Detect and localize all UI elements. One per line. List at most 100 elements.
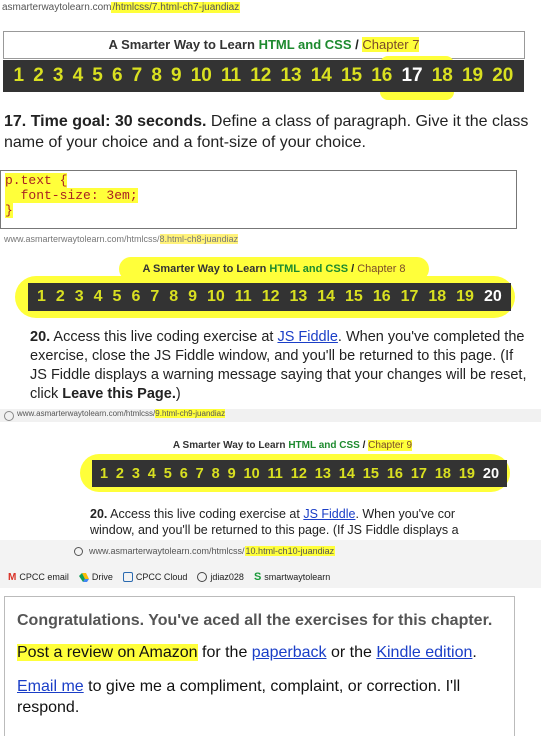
chapter-link-5[interactable]: 5: [92, 65, 103, 87]
exercise-text: window, and you'll be returned to this p…: [90, 523, 459, 537]
bookmark-label: Drive: [91, 572, 113, 582]
code-editor[interactable]: p.text { font-size: 3em; }: [0, 170, 517, 229]
site-header-ch9: A Smarter Way to Learn HTML and CSS / Ch…: [170, 437, 415, 455]
chapter-nav-ch8: 1 2 3 4 5 6 7 8 9 10 11 12 13 14 15 16 17 18 19 20: [28, 283, 511, 311]
bookmark-smartwaytolearn[interactable]: S smartwaytolearn: [254, 571, 330, 583]
chapter-link-16[interactable]: 16: [371, 65, 392, 87]
chapter-link-20[interactable]: 20: [492, 65, 513, 87]
bookmark-cpcc-email[interactable]: M CPCC email: [8, 572, 69, 583]
chapter-link-10[interactable]: 10: [244, 466, 260, 482]
chapter-link-11[interactable]: 11: [221, 65, 241, 87]
chapter-link-1[interactable]: 1: [14, 65, 25, 87]
bookmark-jdiaz028[interactable]: jdiaz028: [197, 572, 244, 582]
chapter-link-6[interactable]: 6: [112, 65, 123, 87]
url-domain: asmarterwaytolearn.com: [2, 2, 112, 13]
chapter-link-13[interactable]: 13: [315, 466, 331, 482]
chapter-link-14[interactable]: 14: [311, 65, 332, 87]
exercise-text: . When you've cor: [355, 507, 456, 521]
bookmark-label: smartwaytolearn: [264, 572, 331, 582]
url-path: 9.html-ch9-juandiaz: [155, 409, 226, 418]
chapter-link-6[interactable]: 6: [131, 288, 140, 306]
chapter-link-11[interactable]: 11: [235, 288, 252, 306]
bookmarks-bar: M CPCC email Drive CPCC Cloud jdiaz028 S…: [8, 570, 330, 584]
chapter-link-11[interactable]: 11: [268, 466, 283, 482]
url-domain: www.asmarterwaytolearn.com/htmlcss/: [89, 546, 245, 556]
chapter-link-13[interactable]: 13: [280, 65, 301, 87]
chapter-link-13[interactable]: 13: [289, 288, 307, 306]
chapter-link-3[interactable]: 3: [53, 65, 64, 87]
chapter-link-10[interactable]: 10: [207, 288, 225, 306]
chapter-link-18[interactable]: 18: [435, 466, 451, 482]
bookmark-cpcc-cloud[interactable]: CPCC Cloud: [122, 572, 187, 582]
url-path: 8.html-ch8-juandiaz: [159, 234, 239, 244]
chapter-link-10[interactable]: 10: [191, 65, 212, 87]
chapter-link-19[interactable]: 19: [456, 288, 474, 306]
chapter-link-18[interactable]: 18: [428, 288, 446, 306]
chapter-link-19[interactable]: 19: [459, 466, 475, 482]
jsfiddle-link[interactable]: JS Fiddle: [277, 329, 337, 345]
chapter-link-14[interactable]: 14: [339, 466, 355, 482]
url-bar-ch10[interactable]: www.asmarterwaytolearn.com/htmlcss/10.ht…: [74, 546, 336, 557]
chapter-link-9[interactable]: 9: [188, 288, 197, 306]
chapter-link-2[interactable]: 2: [116, 466, 124, 482]
chapter-nav-ch9: 1 2 3 4 5 6 7 8 9 10 11 12 13 14 15 16 17 18 19 20: [92, 460, 507, 487]
chapter-link-12[interactable]: 12: [250, 65, 271, 87]
url-domain: www.asmarterwaytolearn.com/htmlcss/: [4, 234, 160, 244]
paperback-link[interactable]: paperback: [252, 644, 327, 661]
chapter-link-17[interactable]: 17: [401, 288, 419, 306]
exercise-20-ch8: 20. Access this live coding exercise at …: [30, 328, 530, 404]
chapter-link-8[interactable]: 8: [151, 65, 162, 87]
chapter-link-8[interactable]: 8: [212, 466, 220, 482]
chapter-label: Chapter 7: [362, 37, 420, 52]
chapter-link-7[interactable]: 7: [150, 288, 159, 306]
chapter-link-4[interactable]: 4: [94, 288, 103, 306]
chapter-link-9[interactable]: 9: [228, 466, 236, 482]
review-line: Post a review on Amazon for the paperbac…: [17, 644, 502, 662]
kindle-link[interactable]: Kindle edition: [376, 644, 472, 661]
jsfiddle-link[interactable]: JS Fiddle: [303, 507, 355, 521]
chapter-link-15[interactable]: 15: [345, 288, 363, 306]
chapter-link-12[interactable]: 12: [262, 288, 280, 306]
chapter-link-15[interactable]: 15: [363, 466, 379, 482]
chapter-link-20[interactable]: 20: [483, 466, 499, 482]
chapter-link-7[interactable]: 7: [132, 65, 143, 87]
chapter-link-2[interactable]: 2: [56, 288, 65, 306]
chapter-link-17[interactable]: 17: [411, 466, 427, 482]
chapter-link-16[interactable]: 16: [387, 466, 403, 482]
chapter-link-5[interactable]: 5: [164, 466, 172, 482]
separator: /: [348, 263, 358, 275]
chapter-link-6[interactable]: 6: [180, 466, 188, 482]
chapter-link-1[interactable]: 1: [100, 466, 108, 482]
chapter-link-16[interactable]: 16: [373, 288, 391, 306]
bookmark-drive[interactable]: Drive: [78, 572, 113, 582]
chapter-link-8[interactable]: 8: [169, 288, 178, 306]
email-line: Email me to give me a compliment, compla…: [17, 676, 502, 718]
email-me-link[interactable]: Email me: [17, 678, 84, 695]
site-subject: HTML and CSS: [269, 263, 349, 275]
chapter-link-9[interactable]: 9: [171, 65, 182, 87]
chapter-link-2[interactable]: 2: [33, 65, 44, 87]
chapter-link-14[interactable]: 14: [317, 288, 335, 306]
chapter-link-12[interactable]: 12: [291, 466, 307, 482]
url-bar-ch7[interactable]: asmarterwaytolearn.com/htmlcss/7.html-ch…: [2, 2, 241, 13]
chapter-link-7[interactable]: 7: [196, 466, 204, 482]
chapter-link-1[interactable]: 1: [37, 288, 46, 306]
review-text: or the: [326, 644, 377, 661]
chapter-link-19[interactable]: 19: [462, 65, 483, 87]
review-text: .: [472, 644, 477, 661]
url-bar-ch9[interactable]: www.asmarterwaytolearn.com/htmlcss/9.htm…: [0, 409, 541, 422]
bookmark-label: jdiaz028: [210, 572, 244, 582]
chapter-link-5[interactable]: 5: [113, 288, 122, 306]
search-icon: [74, 547, 83, 557]
chapter-link-20[interactable]: 20: [484, 288, 502, 306]
exercise-17: 17. Time goal: 30 seconds. Define a clas…: [4, 111, 534, 153]
chapter-link-4[interactable]: 4: [148, 466, 156, 482]
chapter-link-3[interactable]: 3: [75, 288, 84, 306]
url-bar-ch8[interactable]: www.asmarterwaytolearn.com/htmlcss/8.htm…: [4, 234, 239, 244]
chapter-link-17[interactable]: 17: [401, 65, 422, 87]
search-icon: [4, 411, 14, 421]
chapter-link-4[interactable]: 4: [73, 65, 84, 87]
chapter-link-3[interactable]: 3: [132, 466, 140, 482]
chapter-link-18[interactable]: 18: [432, 65, 453, 87]
chapter-link-15[interactable]: 15: [341, 65, 362, 87]
